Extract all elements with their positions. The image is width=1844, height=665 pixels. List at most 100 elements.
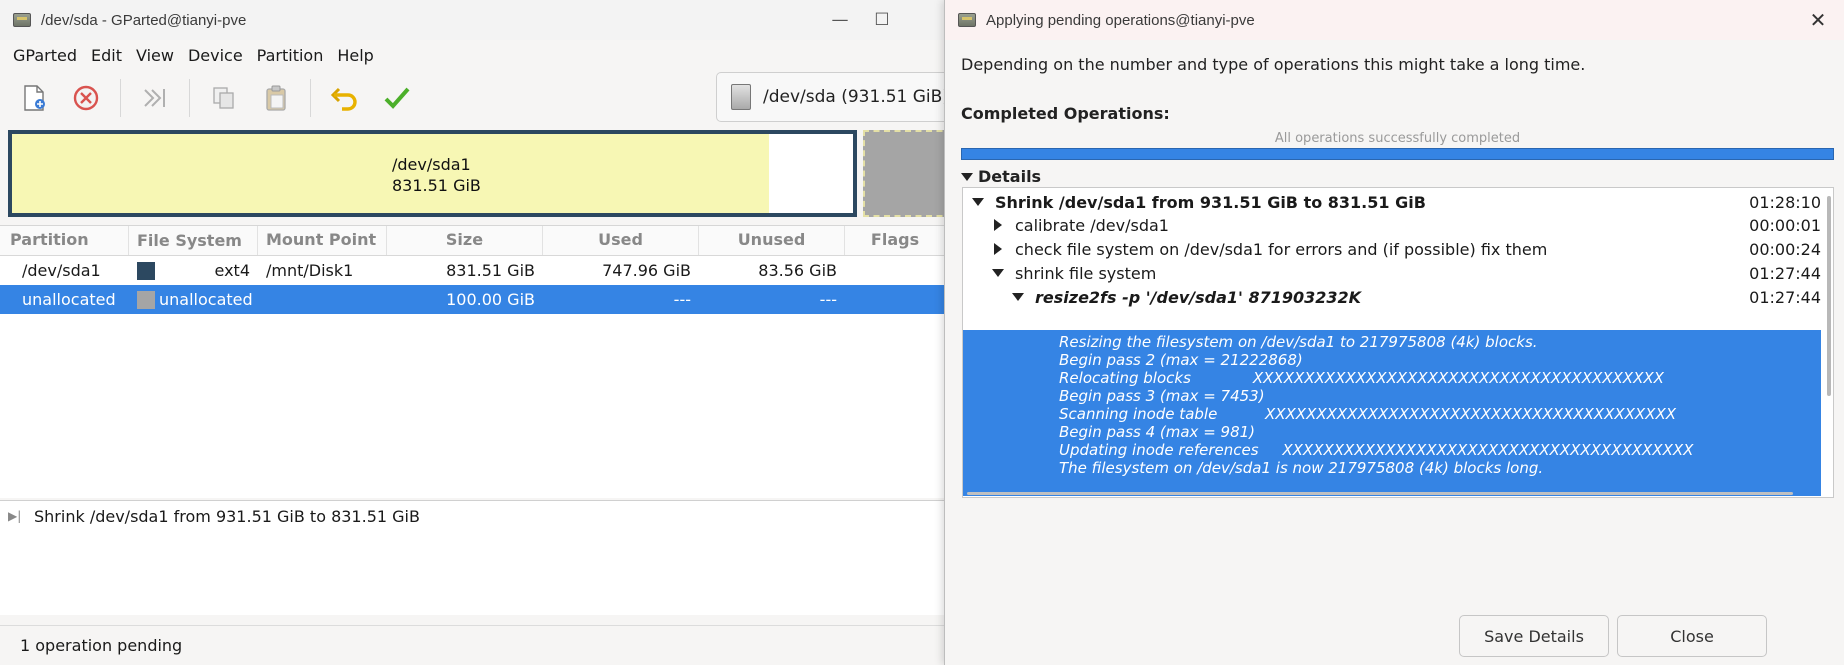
device-selector-label: /dev/sda (931.51 GiB) — [763, 87, 945, 107]
status-text: 1 operation pending — [20, 636, 183, 655]
diskmap-partition-name: /dev/sda1 — [392, 155, 471, 174]
cell-file-system: ext4 — [129, 261, 258, 280]
toolbar-separator — [189, 78, 190, 117]
fs-color-swatch — [137, 290, 155, 309]
completed-operations-label: Completed Operations: — [961, 104, 1170, 123]
details-expander[interactable]: Details — [961, 167, 1041, 186]
output-line: The filesystem on /dev/sda1 is now 21797… — [1059, 459, 1544, 477]
cell-partition: unallocated — [22, 290, 116, 309]
undo-button[interactable] — [325, 78, 365, 118]
command-output-selected[interactable]: Resizing the filesystem on /dev/sda1 to … — [963, 330, 1821, 496]
tree-command-time: 01:27:44 — [1749, 288, 1821, 307]
tree-row-command[interactable]: resize2fs -p '/dev/sda1' 871903232K 01:2… — [963, 283, 1821, 311]
expander-down-icon — [961, 172, 973, 181]
menu-gparted[interactable]: GParted — [6, 46, 84, 65]
tree-step-label: check file system on /dev/sda1 for error… — [1015, 239, 1548, 259]
diskmap-unallocated[interactable] — [863, 130, 944, 217]
disk-graphic-map: /dev/sda1 831.51 GiB — [8, 130, 944, 217]
delete-partition-button[interactable] — [66, 78, 106, 118]
expander-right-icon — [994, 219, 1002, 231]
expander-right-icon — [994, 243, 1002, 255]
toolbar-separator — [310, 78, 311, 117]
dialog-title: Applying pending operations@tianyi-pve — [986, 11, 1255, 29]
close-button[interactable]: Close — [1617, 615, 1767, 657]
cell-file-system: unallocated — [129, 290, 258, 309]
apply-button[interactable] — [377, 78, 417, 118]
menu-device[interactable]: Device — [181, 46, 250, 65]
progress-bar — [961, 148, 1834, 160]
col-header-mount-point[interactable]: Mount Point — [258, 226, 387, 255]
table-row-selected[interactable]: unallocated unallocated 100.00 GiB --- -… — [0, 285, 944, 314]
tree-root-label: Shrink /dev/sda1 from 931.51 GiB to 831.… — [995, 192, 1426, 212]
cell-partition: /dev/sda1 — [22, 261, 101, 280]
menu-view[interactable]: View — [129, 46, 181, 65]
dialog-titlebar: Applying pending operations@tianyi-pve — [945, 0, 1844, 40]
partition-table-header: Partition File System Mount Point Size U… — [0, 226, 944, 256]
fs-color-swatch — [137, 261, 155, 280]
dialog-intro-text: Depending on the number and type of oper… — [961, 55, 1586, 74]
details-horizontal-scrollbar[interactable] — [967, 492, 1793, 495]
cell-size: 831.51 GiB — [446, 261, 535, 280]
expander-down-icon — [992, 269, 1004, 277]
col-header-used[interactable]: Used — [543, 226, 699, 255]
delete-partition-icon — [73, 85, 99, 110]
toolbar-separator — [120, 78, 121, 117]
col-header-flags[interactable]: Flags — [845, 226, 944, 255]
details-vertical-scrollbar[interactable] — [1827, 196, 1831, 396]
tree-step-label: shrink file system — [1015, 263, 1157, 283]
resize-move-button[interactable] — [135, 78, 175, 118]
minimize-button[interactable]: — — [828, 8, 852, 32]
copy-icon — [213, 86, 234, 109]
diskmap-partition-size: 831.51 GiB — [392, 176, 481, 195]
resize-move-icon — [144, 88, 165, 107]
cell-fs-label: unallocated — [159, 290, 253, 309]
gparted-main-window: /dev/sda - GParted@tianyi-pve — ☐ GParte… — [0, 0, 945, 665]
col-header-partition[interactable]: Partition — [0, 226, 129, 255]
menu-bar: GParted Edit View Device Partition Help — [0, 40, 944, 70]
cell-fs-label: ext4 — [214, 261, 250, 280]
table-row[interactable]: /dev/sda1 ext4 /mnt/Disk1 831.51 GiB 747… — [0, 256, 944, 285]
gparted-app-icon — [13, 13, 31, 27]
col-header-size[interactable]: Size — [387, 226, 543, 255]
expander-down-icon — [972, 198, 984, 206]
main-window-title: /dev/sda - GParted@tianyi-pve — [41, 11, 247, 29]
new-partition-button[interactable] — [14, 78, 54, 118]
copy-button[interactable] — [204, 78, 244, 118]
tree-step-time: 00:00:01 — [1749, 216, 1821, 235]
diskmap-partition-sda1[interactable]: /dev/sda1 831.51 GiB — [8, 130, 857, 217]
cell-unused: --- — [819, 290, 837, 309]
expander-down-icon — [1012, 293, 1024, 301]
list-item[interactable]: ▶| Shrink /dev/sda1 from 931.51 GiB to 8… — [0, 501, 944, 531]
main-titlebar: /dev/sda - GParted@tianyi-pve — ☐ — [0, 0, 944, 40]
tree-step-time: 01:27:44 — [1749, 264, 1821, 283]
device-selector[interactable]: /dev/sda (931.51 GiB) — [716, 72, 945, 122]
gparted-app-icon — [958, 13, 976, 27]
status-bar: 1 operation pending — [0, 625, 944, 665]
save-details-button[interactable]: Save Details — [1459, 615, 1609, 657]
cell-used: --- — [673, 290, 691, 309]
partition-table: Partition File System Mount Point Size U… — [0, 225, 944, 498]
col-header-unused[interactable]: Unused — [699, 226, 845, 255]
tree-command-label: resize2fs -p '/dev/sda1' 871903232K — [1035, 287, 1362, 307]
menu-partition[interactable]: Partition — [250, 46, 331, 65]
cell-mount-point: /mnt/Disk1 — [266, 261, 354, 280]
menu-edit[interactable]: Edit — [84, 46, 129, 65]
menu-help[interactable]: Help — [330, 46, 380, 65]
cell-size: 100.00 GiB — [446, 290, 535, 309]
col-header-file-system[interactable]: File System — [129, 226, 258, 255]
resize-operation-icon: ▶| — [8, 509, 22, 523]
cell-unused: 83.56 GiB — [758, 261, 837, 280]
paste-button[interactable] — [256, 78, 296, 118]
apply-operations-dialog: Applying pending operations@tianyi-pve ✕… — [944, 0, 1844, 665]
details-tree: Shrink /dev/sda1 from 931.51 GiB to 831.… — [962, 187, 1834, 498]
paste-icon — [266, 85, 286, 111]
tree-root-time: 01:28:10 — [1749, 193, 1821, 212]
apply-icon — [384, 87, 410, 109]
undo-icon — [330, 87, 357, 111]
details-label: Details — [978, 167, 1042, 186]
dialog-close-icon[interactable]: ✕ — [1806, 8, 1830, 32]
tree-step-time: 00:00:24 — [1749, 240, 1821, 259]
maximize-button[interactable]: ☐ — [870, 8, 894, 32]
diskmap-used-space — [12, 134, 769, 213]
new-partition-icon — [24, 84, 45, 111]
